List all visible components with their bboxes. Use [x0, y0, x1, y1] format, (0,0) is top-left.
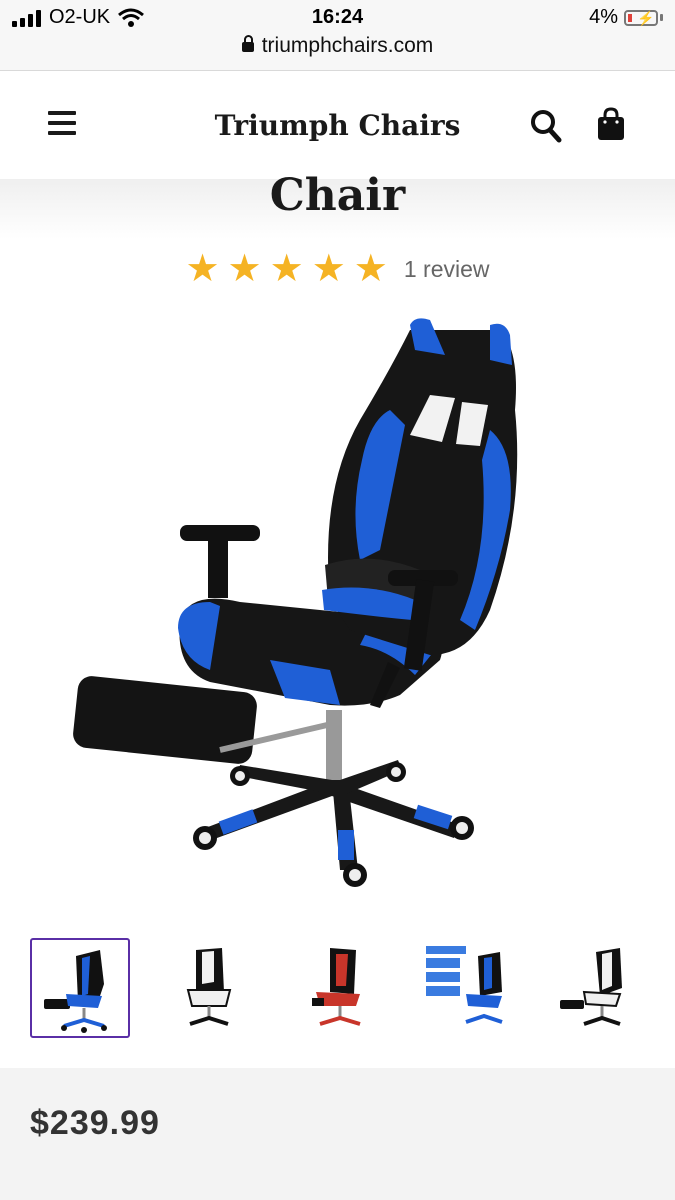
search-icon[interactable]: [530, 109, 562, 143]
product-price: $239.99: [30, 1104, 160, 1142]
review-count[interactable]: 1 review: [404, 256, 490, 283]
star-icon: ★: [269, 248, 304, 290]
star-icon: ★: [311, 248, 346, 290]
site-header: Triumph Chairs: [0, 71, 675, 179]
site-brand[interactable]: Triumph Chairs: [0, 109, 675, 142]
battery-icon: ⚡: [624, 9, 658, 26]
cart-bag-icon[interactable]: [596, 107, 626, 141]
product-main-image[interactable]: [70, 310, 610, 900]
star-icon: ★: [185, 248, 220, 290]
battery-percent: 4%: [589, 6, 618, 28]
thumbnail-5[interactable]: [550, 938, 650, 1038]
price-section: $239.99: [0, 1068, 675, 1200]
image-thumbnails: [30, 938, 650, 1038]
thumbnail-3[interactable]: [290, 938, 390, 1038]
status-right: 4% ⚡: [589, 6, 663, 29]
status-time: 16:24: [311, 6, 364, 28]
star-icon: ★: [227, 248, 262, 290]
star-icon: ★: [353, 248, 388, 290]
battery-nub: [660, 14, 663, 21]
product-title: Chair: [269, 170, 406, 221]
product-rating[interactable]: ★ ★ ★ ★ ★ 1 review: [0, 250, 675, 288]
url-text: triumphchairs.com: [261, 34, 434, 57]
url-bar[interactable]: triumphchairs.com: [0, 34, 675, 58]
thumbnail-1[interactable]: [30, 938, 130, 1038]
status-bar: O2-UK 16:24 4% ⚡ triumphchairs.com: [0, 0, 675, 71]
lock-icon: [241, 35, 254, 52]
thumbnail-4[interactable]: [420, 938, 520, 1038]
thumbnail-2[interactable]: [160, 938, 260, 1038]
